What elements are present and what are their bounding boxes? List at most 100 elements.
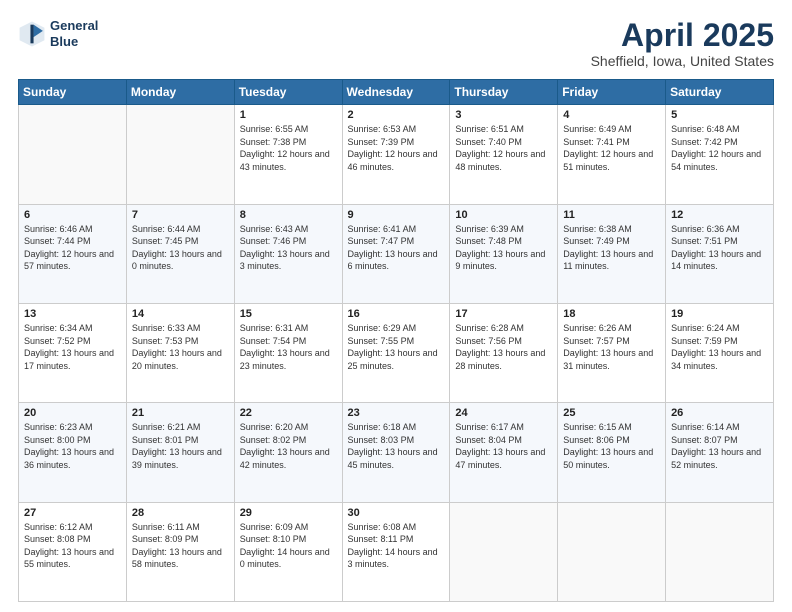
calendar-day-cell: 25 Sunrise: 6:15 AMSunset: 8:06 PMDayligh… bbox=[558, 403, 666, 502]
day-number: 3 bbox=[455, 109, 552, 121]
calendar-day-cell: 27 Sunrise: 6:12 AMSunset: 8:08 PMDayligh… bbox=[19, 502, 127, 601]
calendar-table: SundayMondayTuesdayWednesdayThursdayFrid… bbox=[18, 79, 774, 602]
day-number: 19 bbox=[671, 308, 768, 320]
logo: General Blue bbox=[18, 18, 98, 49]
day-info: Sunrise: 6:49 AMSunset: 7:41 PMDaylight:… bbox=[563, 123, 660, 173]
calendar-day-cell: 10 Sunrise: 6:39 AMSunset: 7:48 PMDayligh… bbox=[450, 204, 558, 303]
calendar-day-cell: 9 Sunrise: 6:41 AMSunset: 7:47 PMDaylight… bbox=[342, 204, 450, 303]
calendar-header-row: SundayMondayTuesdayWednesdayThursdayFrid… bbox=[19, 80, 774, 105]
day-info: Sunrise: 6:24 AMSunset: 7:59 PMDaylight:… bbox=[671, 322, 768, 372]
day-info: Sunrise: 6:29 AMSunset: 7:55 PMDaylight:… bbox=[348, 322, 445, 372]
calendar-day-cell bbox=[126, 105, 234, 204]
day-info: Sunrise: 6:11 AMSunset: 8:09 PMDaylight:… bbox=[132, 521, 229, 571]
day-number: 30 bbox=[348, 507, 445, 519]
day-number: 2 bbox=[348, 109, 445, 121]
day-number: 11 bbox=[563, 209, 660, 221]
calendar-day-cell: 12 Sunrise: 6:36 AMSunset: 7:51 PMDayligh… bbox=[666, 204, 774, 303]
day-number: 12 bbox=[671, 209, 768, 221]
page: General Blue April 2025 Sheffield, Iowa,… bbox=[0, 0, 792, 612]
day-info: Sunrise: 6:17 AMSunset: 8:04 PMDaylight:… bbox=[455, 421, 552, 471]
calendar-day-cell: 6 Sunrise: 6:46 AMSunset: 7:44 PMDaylight… bbox=[19, 204, 127, 303]
day-number: 20 bbox=[24, 407, 121, 419]
calendar-day-cell: 18 Sunrise: 6:26 AMSunset: 7:57 PMDayligh… bbox=[558, 303, 666, 402]
calendar-day-header: Thursday bbox=[450, 80, 558, 105]
calendar-day-cell bbox=[666, 502, 774, 601]
calendar-day-cell: 4Sunrise: 6:49 AMSunset: 7:41 PMDaylight… bbox=[558, 105, 666, 204]
day-info: Sunrise: 6:55 AMSunset: 7:38 PMDaylight:… bbox=[240, 123, 337, 173]
calendar-week-row: 27 Sunrise: 6:12 AMSunset: 8:08 PMDayligh… bbox=[19, 502, 774, 601]
day-number: 22 bbox=[240, 407, 337, 419]
day-number: 1 bbox=[240, 109, 337, 121]
calendar-day-cell: 30Sunrise: 6:08 AMSunset: 8:11 PMDayligh… bbox=[342, 502, 450, 601]
calendar-day-cell: 2 Sunrise: 6:53 AMSunset: 7:39 PMDaylight… bbox=[342, 105, 450, 204]
calendar-day-header: Sunday bbox=[19, 80, 127, 105]
day-number: 24 bbox=[455, 407, 552, 419]
day-number: 10 bbox=[455, 209, 552, 221]
calendar-day-cell: 11 Sunrise: 6:38 AMSunset: 7:49 PMDayligh… bbox=[558, 204, 666, 303]
day-info: Sunrise: 6:44 AMSunset: 7:45 PMDaylight:… bbox=[132, 223, 229, 273]
day-info: Sunrise: 6:53 AMSunset: 7:39 PMDaylight:… bbox=[348, 123, 445, 173]
day-info: Sunrise: 6:12 AMSunset: 8:08 PMDaylight:… bbox=[24, 521, 121, 571]
day-number: 21 bbox=[132, 407, 229, 419]
logo-text: General Blue bbox=[50, 18, 98, 49]
calendar-day-header: Wednesday bbox=[342, 80, 450, 105]
calendar-day-cell: 3 Sunrise: 6:51 AMSunset: 7:40 PMDaylight… bbox=[450, 105, 558, 204]
calendar-day-cell: 1 Sunrise: 6:55 AMSunset: 7:38 PMDaylight… bbox=[234, 105, 342, 204]
day-info: Sunrise: 6:43 AMSunset: 7:46 PMDaylight:… bbox=[240, 223, 337, 273]
day-info: Sunrise: 6:14 AMSunset: 8:07 PMDaylight:… bbox=[671, 421, 768, 471]
calendar-day-cell: 17 Sunrise: 6:28 AMSunset: 7:56 PMDayligh… bbox=[450, 303, 558, 402]
title-block: April 2025 Sheffield, Iowa, United State… bbox=[591, 18, 774, 69]
day-info: Sunrise: 6:41 AMSunset: 7:47 PMDaylight:… bbox=[348, 223, 445, 273]
day-number: 6 bbox=[24, 209, 121, 221]
day-number: 14 bbox=[132, 308, 229, 320]
calendar-day-cell: 5 Sunrise: 6:48 AMSunset: 7:42 PMDaylight… bbox=[666, 105, 774, 204]
calendar-day-cell bbox=[19, 105, 127, 204]
day-info: Sunrise: 6:28 AMSunset: 7:56 PMDaylight:… bbox=[455, 322, 552, 372]
day-info: Sunrise: 6:39 AMSunset: 7:48 PMDaylight:… bbox=[455, 223, 552, 273]
day-number: 25 bbox=[563, 407, 660, 419]
logo-icon bbox=[18, 20, 46, 48]
calendar-week-row: 20 Sunrise: 6:23 AMSunset: 8:00 PMDayligh… bbox=[19, 403, 774, 502]
day-number: 18 bbox=[563, 308, 660, 320]
day-number: 17 bbox=[455, 308, 552, 320]
day-number: 13 bbox=[24, 308, 121, 320]
calendar-day-cell: 24 Sunrise: 6:17 AMSunset: 8:04 PMDayligh… bbox=[450, 403, 558, 502]
day-number: 5 bbox=[671, 109, 768, 121]
calendar-day-header: Monday bbox=[126, 80, 234, 105]
day-number: 28 bbox=[132, 507, 229, 519]
calendar-day-header: Friday bbox=[558, 80, 666, 105]
calendar-day-cell: 29 Sunrise: 6:09 AMSunset: 8:10 PMDayligh… bbox=[234, 502, 342, 601]
day-info: Sunrise: 6:34 AMSunset: 7:52 PMDaylight:… bbox=[24, 322, 121, 372]
day-info: Sunrise: 6:48 AMSunset: 7:42 PMDaylight:… bbox=[671, 123, 768, 173]
calendar-day-cell: 13 Sunrise: 6:34 AMSunset: 7:52 PMDayligh… bbox=[19, 303, 127, 402]
day-info: Sunrise: 6:36 AMSunset: 7:51 PMDaylight:… bbox=[671, 223, 768, 273]
day-info: Sunrise: 6:20 AMSunset: 8:02 PMDaylight:… bbox=[240, 421, 337, 471]
day-info: Sunrise: 6:31 AMSunset: 7:54 PMDaylight:… bbox=[240, 322, 337, 372]
day-number: 15 bbox=[240, 308, 337, 320]
calendar-day-cell: 19 Sunrise: 6:24 AMSunset: 7:59 PMDayligh… bbox=[666, 303, 774, 402]
day-info: Sunrise: 6:21 AMSunset: 8:01 PMDaylight:… bbox=[132, 421, 229, 471]
day-info: Sunrise: 6:23 AMSunset: 8:00 PMDaylight:… bbox=[24, 421, 121, 471]
calendar-day-cell: 26Sunrise: 6:14 AMSunset: 8:07 PMDayligh… bbox=[666, 403, 774, 502]
calendar-week-row: 1 Sunrise: 6:55 AMSunset: 7:38 PMDaylight… bbox=[19, 105, 774, 204]
day-number: 9 bbox=[348, 209, 445, 221]
header: General Blue April 2025 Sheffield, Iowa,… bbox=[18, 18, 774, 69]
day-number: 7 bbox=[132, 209, 229, 221]
day-info: Sunrise: 6:38 AMSunset: 7:49 PMDaylight:… bbox=[563, 223, 660, 273]
day-number: 29 bbox=[240, 507, 337, 519]
day-info: Sunrise: 6:51 AMSunset: 7:40 PMDaylight:… bbox=[455, 123, 552, 173]
calendar-week-row: 13 Sunrise: 6:34 AMSunset: 7:52 PMDayligh… bbox=[19, 303, 774, 402]
day-number: 16 bbox=[348, 308, 445, 320]
day-number: 27 bbox=[24, 507, 121, 519]
calendar-day-cell: 8 Sunrise: 6:43 AMSunset: 7:46 PMDaylight… bbox=[234, 204, 342, 303]
calendar-day-cell: 14Sunrise: 6:33 AMSunset: 7:53 PMDayligh… bbox=[126, 303, 234, 402]
day-info: Sunrise: 6:15 AMSunset: 8:06 PMDaylight:… bbox=[563, 421, 660, 471]
day-number: 8 bbox=[240, 209, 337, 221]
day-info: Sunrise: 6:26 AMSunset: 7:57 PMDaylight:… bbox=[563, 322, 660, 372]
day-info: Sunrise: 6:09 AMSunset: 8:10 PMDaylight:… bbox=[240, 521, 337, 571]
calendar-day-header: Tuesday bbox=[234, 80, 342, 105]
day-info: Sunrise: 6:46 AMSunset: 7:44 PMDaylight:… bbox=[24, 223, 121, 273]
calendar-day-cell bbox=[450, 502, 558, 601]
main-title: April 2025 bbox=[591, 18, 774, 53]
calendar-day-cell bbox=[558, 502, 666, 601]
